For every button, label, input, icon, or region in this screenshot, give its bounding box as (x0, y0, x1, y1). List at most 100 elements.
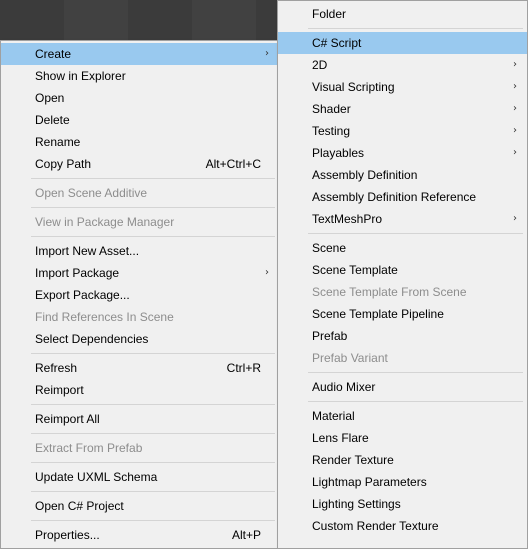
menu-item-label: Open C# Project (35, 499, 124, 513)
menu-item-shortcut: Ctrl+R (226, 361, 261, 375)
chevron-right-icon: › (265, 267, 269, 278)
menu-item-shortcut: Alt+P (231, 528, 261, 542)
menu-item-reimport-all[interactable]: Reimport All (1, 408, 279, 430)
menu-item-label: Playables (312, 146, 365, 160)
chevron-right-icon: › (513, 213, 517, 224)
context-menu-items: Create › Show in Explorer Open Delete Rename C… (1, 41, 279, 546)
menu-item-shortcut: Alt+Ctrl+C (205, 157, 261, 171)
create-item-prefab-variant: Prefab Variant (278, 347, 527, 369)
menu-separator (1, 350, 279, 357)
menu-item-label: Assembly Definition (312, 168, 418, 182)
menu-separator (1, 430, 279, 437)
menu-item-show-in-explorer[interactable]: Show in Explorer (1, 65, 279, 87)
create-item-scene-template-from-scene: Scene Template From Scene (278, 281, 527, 303)
menu-item-label: Properties... (35, 528, 100, 542)
create-item-render-texture[interactable]: Render Texture (278, 449, 527, 471)
menu-item-label: Refresh (35, 361, 78, 375)
create-item-prefab[interactable]: Prefab (278, 325, 527, 347)
menu-item-label: Lightmap Parameters (312, 475, 427, 489)
menu-item-label: C# Script (312, 36, 362, 50)
menu-item-label: Lighting Settings (312, 497, 401, 511)
menu-item-label: Create (35, 47, 72, 61)
menu-item-import-new-asset[interactable]: Import New Asset... (1, 240, 279, 262)
menu-item-label: Reimport (35, 383, 84, 397)
menu-item-open-scene-additive: Open Scene Additive (1, 182, 279, 204)
menu-item-open-csharp-project[interactable]: Open C# Project (1, 495, 279, 517)
menu-separator (1, 233, 279, 240)
create-item-audio-mixer[interactable]: Audio Mixer (278, 376, 527, 398)
menu-item-label: Delete (35, 113, 70, 127)
create-item-lighting-settings[interactable]: Lighting Settings (278, 493, 527, 515)
menu-item-label: Import Package (35, 266, 120, 280)
chevron-right-icon: › (513, 59, 517, 70)
context-menu: Create › Show in Explorer Open Delete Rename C… (0, 40, 280, 549)
menu-item-view-in-package-manager: View in Package Manager (1, 211, 279, 233)
menu-item-label: Rename (35, 135, 81, 149)
create-submenu-items: Folder C# Script 2D › Visual Scripting › Shade… (278, 1, 527, 537)
create-item-scene[interactable]: Scene (278, 237, 527, 259)
menu-item-label: View in Package Manager (35, 215, 175, 229)
create-item-textmeshpro[interactable]: TextMeshPro › (278, 208, 527, 230)
create-item-scene-template[interactable]: Scene Template (278, 259, 527, 281)
create-item-lightmap-parameters[interactable]: Lightmap Parameters (278, 471, 527, 493)
menu-item-label: Import New Asset... (35, 244, 140, 258)
menu-separator (1, 488, 279, 495)
chevron-right-icon: › (513, 147, 517, 158)
menu-item-extract-from-prefab: Extract From Prefab (1, 437, 279, 459)
chevron-right-icon: › (513, 125, 517, 136)
menu-item-import-package[interactable]: Import Package › (1, 262, 279, 284)
menu-item-label: Prefab (312, 329, 348, 343)
create-item-folder[interactable]: Folder (278, 3, 527, 25)
menu-item-create[interactable]: Create › (1, 43, 279, 65)
menu-item-open[interactable]: Open (1, 87, 279, 109)
create-item-assembly-definition[interactable]: Assembly Definition (278, 164, 527, 186)
menu-item-rename[interactable]: Rename (1, 131, 279, 153)
create-item-visual-scripting[interactable]: Visual Scripting › (278, 76, 527, 98)
create-item-csharp-script[interactable]: C# Script (278, 32, 527, 54)
menu-item-label: Select Dependencies (35, 332, 149, 346)
create-item-material[interactable]: Material (278, 405, 527, 427)
menu-item-export-package[interactable]: Export Package... (1, 284, 279, 306)
menu-item-label: Update UXML Schema (35, 470, 158, 484)
menu-item-delete[interactable]: Delete (1, 109, 279, 131)
menu-item-label: Reimport All (35, 412, 100, 426)
create-item-lens-flare[interactable]: Lens Flare (278, 427, 527, 449)
menu-item-label: Render Texture (312, 453, 394, 467)
menu-item-label: Open (35, 91, 65, 105)
menu-item-label: Prefab Variant (312, 351, 388, 365)
chevron-right-icon: › (513, 81, 517, 92)
menu-separator (1, 401, 279, 408)
menu-item-label: Scene Template (312, 263, 398, 277)
chevron-right-icon: › (513, 103, 517, 114)
create-item-2d[interactable]: 2D › (278, 54, 527, 76)
create-item-custom-render-texture[interactable]: Custom Render Texture (278, 515, 527, 537)
create-submenu: Folder C# Script 2D › Visual Scripting › Shade… (277, 0, 528, 549)
create-item-testing[interactable]: Testing › (278, 120, 527, 142)
menu-item-label: Material (312, 409, 355, 423)
menu-item-label: Assembly Definition Reference (312, 190, 477, 204)
menu-item-properties[interactable]: Properties... Alt+P (1, 524, 279, 546)
menu-separator (278, 369, 527, 376)
menu-item-label: TextMeshPro (312, 212, 383, 226)
menu-item-select-dependencies[interactable]: Select Dependencies (1, 328, 279, 350)
menu-item-label: Open Scene Additive (35, 186, 148, 200)
menu-item-copy-path[interactable]: Copy Path Alt+Ctrl+C (1, 153, 279, 175)
create-item-scene-template-pipeline[interactable]: Scene Template Pipeline (278, 303, 527, 325)
menu-separator (278, 230, 527, 237)
create-item-playables[interactable]: Playables › (278, 142, 527, 164)
menu-item-label: Scene Template Pipeline (312, 307, 444, 321)
menu-separator (278, 398, 527, 405)
menu-item-label: Find References In Scene (35, 310, 174, 324)
menu-item-label: Audio Mixer (312, 380, 376, 394)
menu-item-label: Shader (312, 102, 351, 116)
menu-item-update-uxml-schema[interactable]: Update UXML Schema (1, 466, 279, 488)
menu-separator (1, 204, 279, 211)
menu-separator (278, 25, 527, 32)
menu-item-label: Export Package... (35, 288, 130, 302)
menu-item-reimport[interactable]: Reimport (1, 379, 279, 401)
menu-item-refresh[interactable]: Refresh Ctrl+R (1, 357, 279, 379)
create-item-shader[interactable]: Shader › (278, 98, 527, 120)
create-item-assembly-definition-reference[interactable]: Assembly Definition Reference (278, 186, 527, 208)
menu-item-label: Scene (312, 241, 347, 255)
menu-item-label: 2D (312, 58, 328, 72)
